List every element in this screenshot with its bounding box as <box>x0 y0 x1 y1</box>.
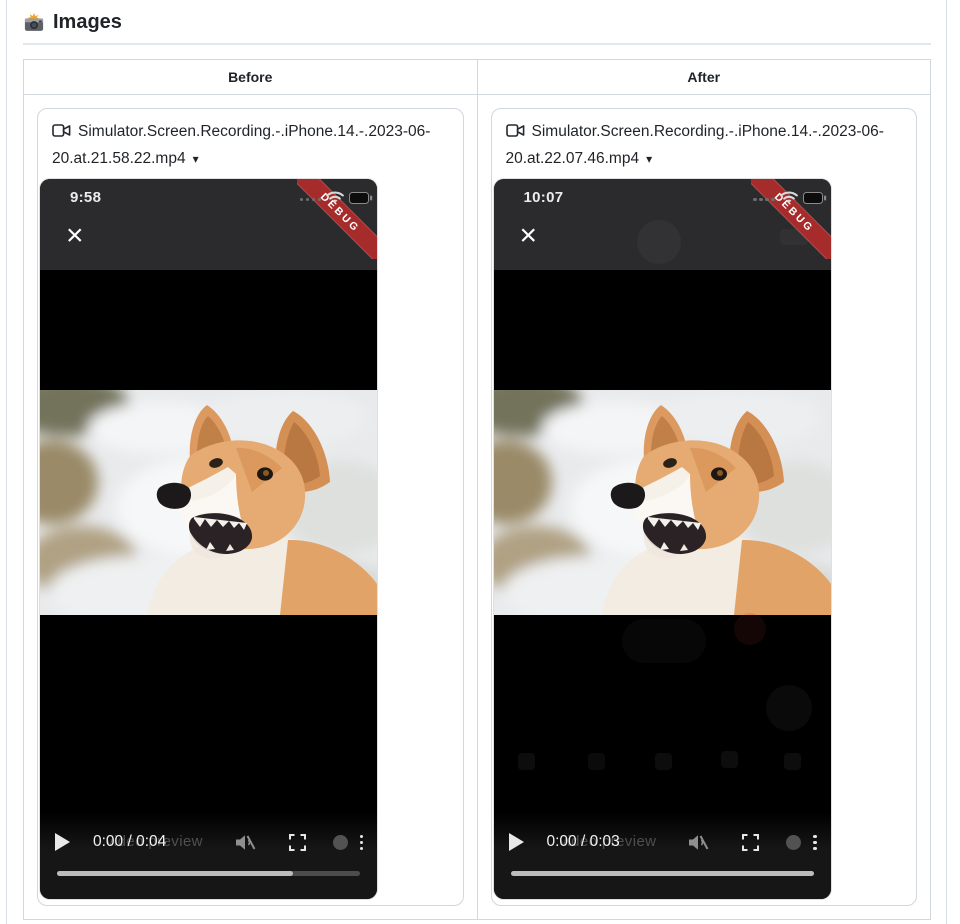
comment-body: Images Before After Simulator.Screen.Rec… <box>6 0 947 924</box>
muted-speaker-icon[interactable] <box>235 834 256 851</box>
cellular-signal-icon <box>299 197 321 202</box>
seek-bar-fill <box>57 871 294 877</box>
fullscreen-icon[interactable] <box>288 833 306 851</box>
seek-bar[interactable] <box>510 871 814 877</box>
camera-with-flash-emoji-icon <box>24 12 44 31</box>
ghost-ui-artifact <box>587 753 605 771</box>
before-status-icons <box>299 191 374 204</box>
picture-in-picture-icon[interactable] <box>786 834 801 850</box>
table-header-row: Before After <box>23 59 931 95</box>
ghost-ui-artifact <box>765 685 812 732</box>
page-title: Images <box>23 11 931 45</box>
muted-speaker-icon[interactable] <box>688 834 709 851</box>
after-dog-photo <box>494 390 831 615</box>
play-button[interactable] <box>508 833 524 852</box>
battery-icon <box>802 191 826 204</box>
wifi-icon <box>326 191 344 204</box>
after-status-time: 10:07 <box>523 189 564 207</box>
table-content-row: Simulator.Screen.Recording.-.iPhone.14.-… <box>23 93 931 921</box>
after-video-player[interactable]: 10:07 DEBUG × video preview 0:00 / 0:03 <box>493 179 831 900</box>
picture-in-picture-icon[interactable] <box>332 834 348 850</box>
close-x-icon: × <box>66 219 84 253</box>
video-camera-icon <box>52 124 71 137</box>
wifi-icon <box>779 191 798 204</box>
chevron-down-icon: ▾ <box>646 151 653 166</box>
after-column-header: After <box>476 59 931 95</box>
close-x-icon: × <box>519 219 538 253</box>
overflow-menu-icon[interactable] <box>811 833 819 853</box>
play-button[interactable] <box>55 833 70 852</box>
battery-icon <box>349 191 373 204</box>
before-column-header: Before <box>23 59 478 95</box>
ghost-ui-artifact <box>517 753 535 771</box>
after-status-icons <box>753 191 827 204</box>
chevron-down-icon: ▾ <box>192 151 199 166</box>
seek-bar[interactable] <box>57 871 360 877</box>
before-dog-photo <box>40 390 377 615</box>
after-file-card: Simulator.Screen.Recording.-.iPhone.14.-… <box>490 108 917 907</box>
before-video-controls: video preview 0:00 / 0:04 <box>40 813 377 900</box>
cellular-signal-icon <box>753 197 775 202</box>
ghost-ui-artifact <box>622 619 706 663</box>
before-after-table: Before After Simulator.Screen.Recording.… <box>23 59 931 921</box>
seek-bar-fill <box>510 871 814 877</box>
overflow-menu-icon[interactable] <box>358 833 366 853</box>
after-file-name: Simulator.Screen.Recording.-.iPhone.14.-… <box>505 123 884 167</box>
before-file-card: Simulator.Screen.Recording.-.iPhone.14.-… <box>37 108 464 907</box>
before-video-player[interactable]: 9:58 DEBUG × video preview 0:00 / 0:04 <box>40 179 377 900</box>
before-file-name: Simulator.Screen.Recording.-.iPhone.14.-… <box>52 123 431 167</box>
ghost-ui-artifact <box>720 751 738 769</box>
time-display: 0:00 / 0:03 <box>546 833 620 851</box>
before-status-time: 9:58 <box>70 189 102 207</box>
ghost-ui-artifact <box>783 753 801 771</box>
ghost-ui-artifact <box>654 753 672 771</box>
page-title-text: Images <box>53 11 122 33</box>
video-camera-icon <box>505 124 524 137</box>
time-display: 0:00 / 0:04 <box>93 833 167 851</box>
fullscreen-icon[interactable] <box>742 833 759 851</box>
before-file-summary[interactable]: Simulator.Screen.Recording.-.iPhone.14.-… <box>52 119 448 172</box>
after-file-summary[interactable]: Simulator.Screen.Recording.-.iPhone.14.-… <box>506 119 902 172</box>
after-video-controls: video preview 0:00 / 0:03 <box>493 813 831 900</box>
before-cell: Simulator.Screen.Recording.-.iPhone.14.-… <box>23 93 478 921</box>
after-cell: Simulator.Screen.Recording.-.iPhone.14.-… <box>476 93 931 921</box>
ghost-ui-artifact <box>733 613 766 646</box>
